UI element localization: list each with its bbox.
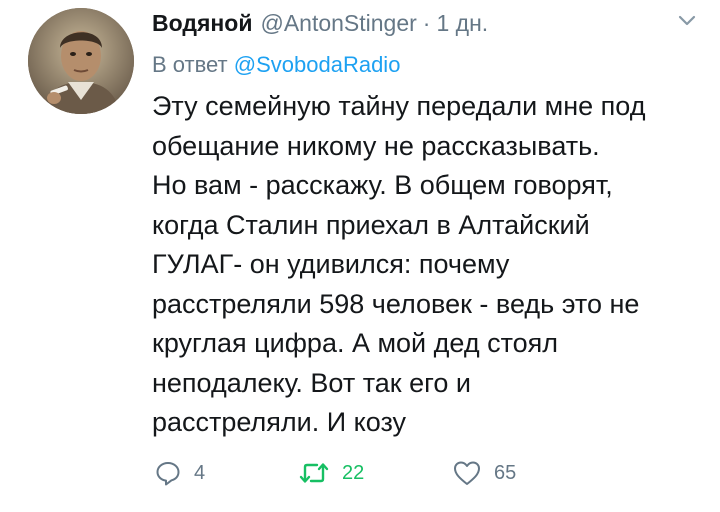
tweet-text-line: обещание никому не рассказывать. (152, 130, 600, 161)
reply-icon (156, 462, 180, 486)
tweet-text: Эту семейную тайну передали мне под обещ… (152, 87, 712, 443)
tweet: Водяной @AntonStinger · 1 дн. В ответ @S… (0, 0, 720, 512)
tweet-text-line: Но вам - расскажу. В общем говорят, (152, 170, 613, 200)
tweet-time[interactable]: 1 дн. (436, 10, 488, 37)
reply-button[interactable]: 4 (154, 458, 205, 488)
like-icon (454, 461, 480, 485)
like-count: 65 (494, 461, 517, 484)
tweet-text-line: расстреляли. И козу (152, 407, 407, 437)
retweet-icon (299, 463, 329, 483)
reply-prefix: В ответ (152, 52, 228, 77)
tweet-text-line: когда Сталин приехал в Алтайский (152, 209, 590, 240)
reply-context: В ответ @SvobodaRadio (152, 52, 400, 78)
like-button[interactable]: 65 (452, 458, 516, 488)
retweet-count: 22 (342, 461, 365, 484)
tweet-text-line: Эту семейную тайну передали мне под (152, 91, 646, 121)
tweet-actions: 4 22 65 (152, 458, 572, 488)
tweet-header: Водяной @AntonStinger · 1 дн. (152, 10, 488, 38)
tweet-text-line: расстреляли 598 человек - ведь это не (152, 288, 640, 319)
author-handle[interactable]: @AntonStinger (260, 10, 416, 37)
reply-count: 4 (194, 461, 206, 484)
retweet-button[interactable]: 22 (298, 458, 364, 488)
author-name[interactable]: Водяной (152, 10, 252, 37)
tweet-text-line: круглая цифра. А мой дед стоял (152, 328, 559, 358)
avatar-image (28, 8, 134, 114)
chevron-down-icon[interactable] (678, 14, 696, 28)
separator-dot: · (422, 10, 431, 36)
reply-mention-link[interactable]: @SvobodaRadio (234, 52, 401, 77)
tweet-text-line: неподалеку. Вот так его и (152, 367, 471, 398)
tweet-text-line: ГУЛАГ- он удивился: почему (152, 249, 510, 279)
avatar[interactable] (28, 8, 134, 114)
